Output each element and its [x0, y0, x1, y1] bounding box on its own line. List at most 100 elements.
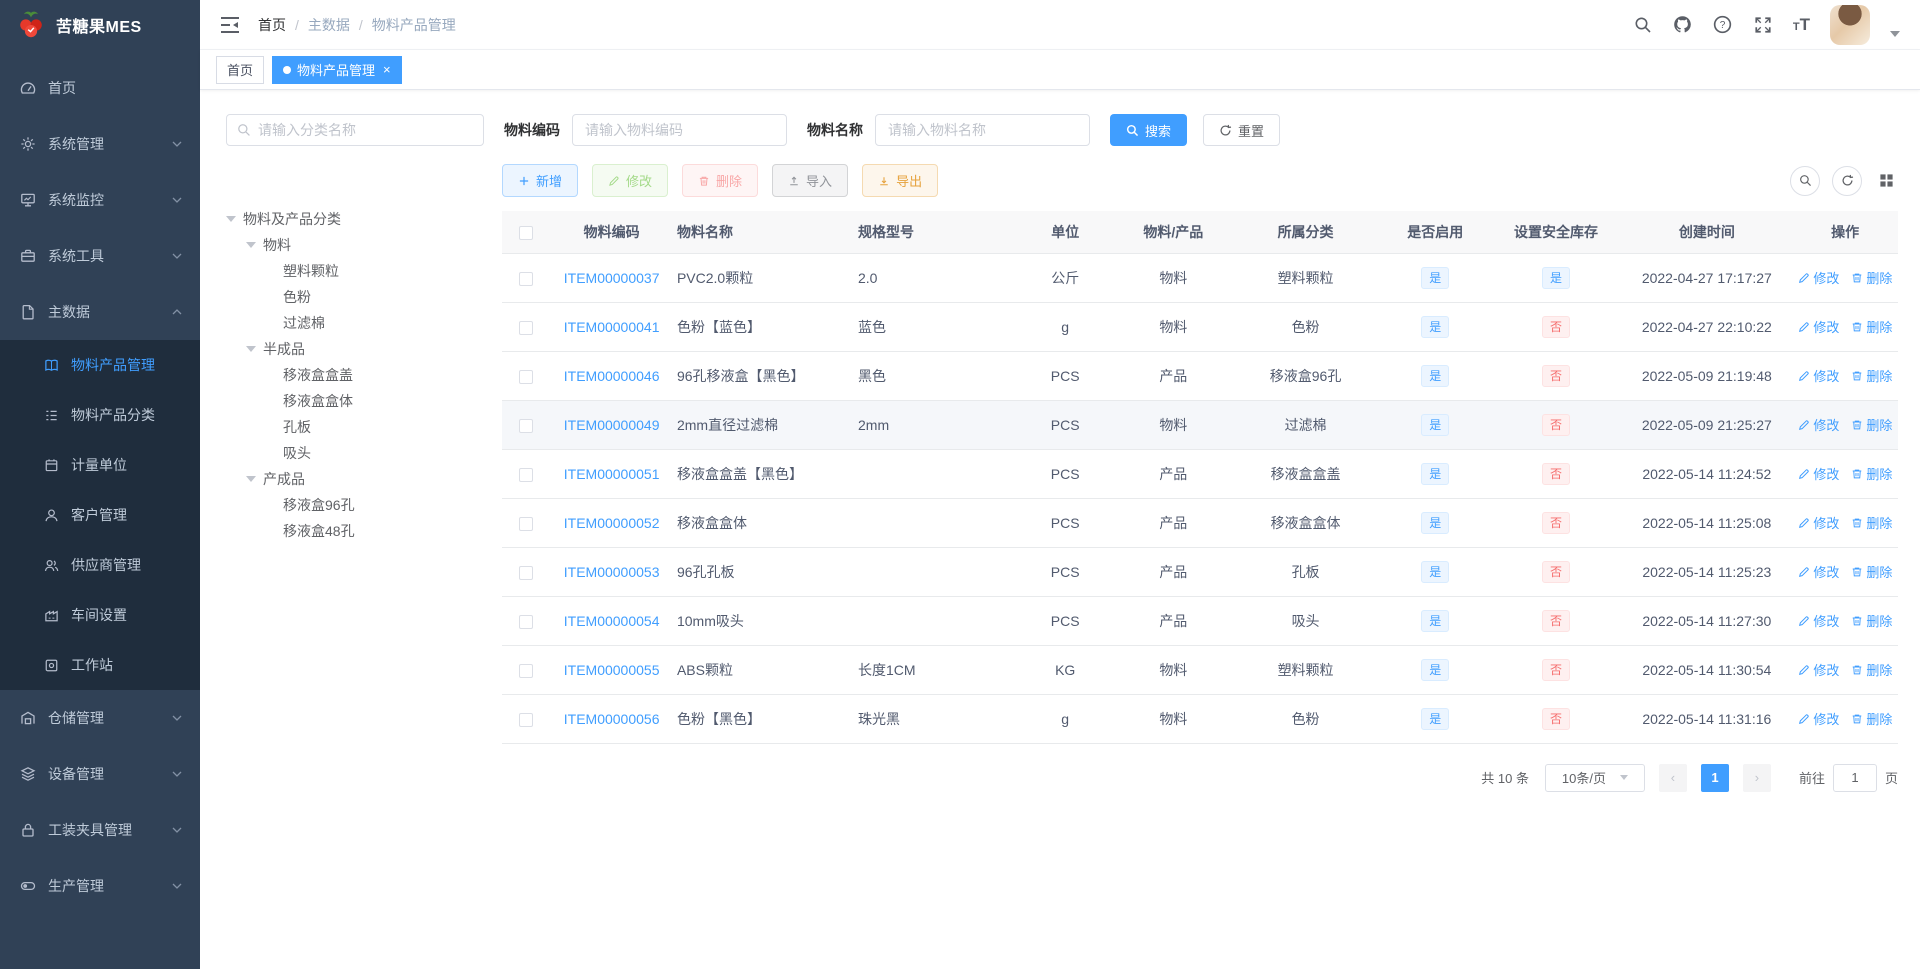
avatar[interactable]: [1830, 4, 1870, 45]
delete-row-link[interactable]: 删除: [1851, 562, 1892, 581]
breadcrumb-home[interactable]: 首页: [258, 15, 286, 35]
row-checkbox[interactable]: [519, 320, 534, 335]
material-code-link[interactable]: ITEM00000056: [564, 711, 660, 727]
delete-row-link[interactable]: 删除: [1851, 464, 1892, 483]
add-button[interactable]: 新增: [502, 164, 579, 197]
delete-row-link[interactable]: 删除: [1851, 513, 1892, 532]
material-code-link[interactable]: ITEM00000049: [564, 417, 660, 433]
delete-row-link[interactable]: 删除: [1851, 709, 1892, 728]
tree-leaf[interactable]: 塑料颗粒: [226, 258, 484, 284]
delete-row-link[interactable]: 删除: [1851, 366, 1892, 385]
sidebar-item-supplier-mgmt[interactable]: 供应商管理: [0, 540, 200, 590]
tree-expand-icon[interactable]: [246, 476, 256, 482]
tree-expand-icon[interactable]: [246, 242, 256, 248]
sidebar-item-home[interactable]: 首页: [0, 60, 200, 116]
delete-button[interactable]: 删除: [682, 164, 759, 197]
material-name-input[interactable]: [875, 114, 1090, 146]
edit-row-link[interactable]: 修改: [1798, 660, 1839, 679]
goto-page-input[interactable]: [1832, 763, 1877, 792]
tree-node-material[interactable]: 物料: [226, 232, 484, 258]
row-checkbox[interactable]: [519, 467, 534, 482]
help-icon[interactable]: ?: [1713, 15, 1733, 35]
material-code-link[interactable]: ITEM00000053: [564, 564, 660, 580]
tree-search-input[interactable]: [258, 122, 473, 138]
edit-row-link[interactable]: 修改: [1798, 366, 1839, 385]
delete-row-link[interactable]: 删除: [1851, 415, 1892, 434]
sidebar-item-system-tools[interactable]: 系统工具: [0, 228, 200, 284]
edit-row-link[interactable]: 修改: [1798, 415, 1839, 434]
material-code-link[interactable]: ITEM00000037: [564, 270, 660, 286]
search-icon[interactable]: [1633, 15, 1653, 35]
material-code-link[interactable]: ITEM00000051: [564, 466, 660, 482]
row-checkbox[interactable]: [519, 712, 534, 727]
breadcrumb-master-data[interactable]: 主数据: [308, 15, 350, 35]
tree-leaf[interactable]: 移液盒48孔: [226, 518, 484, 544]
page-1-button[interactable]: 1: [1700, 763, 1729, 792]
material-code-link[interactable]: ITEM00000052: [564, 515, 660, 531]
hamburger-icon[interactable]: [220, 16, 240, 34]
sidebar-item-material-product-category[interactable]: 物料产品分类: [0, 390, 200, 440]
sidebar-item-customer-mgmt[interactable]: 客户管理: [0, 490, 200, 540]
row-checkbox[interactable]: [519, 614, 534, 629]
edit-button[interactable]: 修改: [592, 164, 669, 197]
tree-leaf[interactable]: 移液盒96孔: [226, 492, 484, 518]
tree-leaf[interactable]: 移液盒盒体: [226, 388, 484, 414]
edit-row-link[interactable]: 修改: [1798, 464, 1839, 483]
tab-home[interactable]: 首页: [216, 55, 265, 84]
material-code-input[interactable]: [572, 114, 787, 146]
avatar-dropdown-caret-icon[interactable]: [1890, 30, 1900, 37]
reset-button[interactable]: 重置: [1203, 114, 1281, 146]
next-page-button[interactable]: ›: [1742, 763, 1771, 792]
sidebar-item-tooling-mgmt[interactable]: 工装夹具管理: [0, 802, 200, 858]
material-code-link[interactable]: ITEM00000054: [564, 613, 660, 629]
select-all-checkbox[interactable]: [519, 225, 534, 240]
material-code-link[interactable]: ITEM00000046: [564, 368, 660, 384]
tree-node-root[interactable]: 物料及产品分类: [226, 206, 484, 232]
row-checkbox[interactable]: [519, 418, 534, 433]
tree-node-semifinished[interactable]: 半成品: [226, 336, 484, 362]
tree-leaf[interactable]: 移液盒盒盖: [226, 362, 484, 388]
tree-leaf[interactable]: 孔板: [226, 414, 484, 440]
sidebar-item-material-product-mgmt[interactable]: 物料产品管理: [0, 340, 200, 390]
material-code-link[interactable]: ITEM00000041: [564, 319, 660, 335]
delete-row-link[interactable]: 删除: [1851, 317, 1892, 336]
prev-page-button[interactable]: ‹: [1658, 763, 1687, 792]
refresh-table-button[interactable]: [1832, 165, 1862, 196]
delete-row-link[interactable]: 删除: [1851, 611, 1892, 630]
export-button[interactable]: 导出: [862, 164, 939, 197]
sidebar-item-master-data[interactable]: 主数据: [0, 284, 200, 340]
columns-grid-icon[interactable]: [1874, 169, 1898, 193]
tree-node-finished[interactable]: 产成品: [226, 466, 484, 492]
row-checkbox[interactable]: [519, 369, 534, 384]
row-checkbox[interactable]: [519, 516, 534, 531]
tree-leaf[interactable]: 色粉: [226, 284, 484, 310]
edit-row-link[interactable]: 修改: [1798, 513, 1839, 532]
edit-row-link[interactable]: 修改: [1798, 611, 1839, 630]
fullscreen-icon[interactable]: [1753, 15, 1773, 35]
search-button[interactable]: 搜索: [1110, 114, 1188, 146]
close-icon[interactable]: ×: [383, 62, 391, 77]
delete-row-link[interactable]: 删除: [1851, 660, 1892, 679]
sidebar-item-system-monitor[interactable]: 系统监控: [0, 172, 200, 228]
row-checkbox[interactable]: [519, 663, 534, 678]
tree-leaf[interactable]: 吸头: [226, 440, 484, 466]
sidebar-item-production-mgmt[interactable]: 生产管理: [0, 858, 200, 914]
sidebar-item-system-mgmt[interactable]: 系统管理: [0, 116, 200, 172]
sidebar-item-warehouse-mgmt[interactable]: 仓储管理: [0, 690, 200, 746]
tab-material-product-mgmt[interactable]: 物料产品管理 ×: [272, 55, 402, 84]
tree-expand-icon[interactable]: [226, 216, 236, 222]
sidebar-item-measure-units[interactable]: 计量单位: [0, 440, 200, 490]
import-button[interactable]: 导入: [772, 164, 849, 197]
app-logo[interactable]: 苦糖果MES: [0, 0, 200, 50]
material-code-link[interactable]: ITEM00000055: [564, 662, 660, 678]
row-checkbox[interactable]: [519, 565, 534, 580]
sidebar-item-workshop-settings[interactable]: 车间设置: [0, 590, 200, 640]
edit-row-link[interactable]: 修改: [1798, 709, 1839, 728]
sidebar-item-workstation[interactable]: 工作站: [0, 640, 200, 690]
edit-row-link[interactable]: 修改: [1798, 562, 1839, 581]
edit-row-link[interactable]: 修改: [1798, 317, 1839, 336]
row-checkbox[interactable]: [519, 271, 534, 286]
github-icon[interactable]: [1673, 15, 1693, 35]
toggle-search-button[interactable]: [1790, 165, 1820, 196]
page-size-select[interactable]: 10条/页: [1544, 763, 1645, 792]
